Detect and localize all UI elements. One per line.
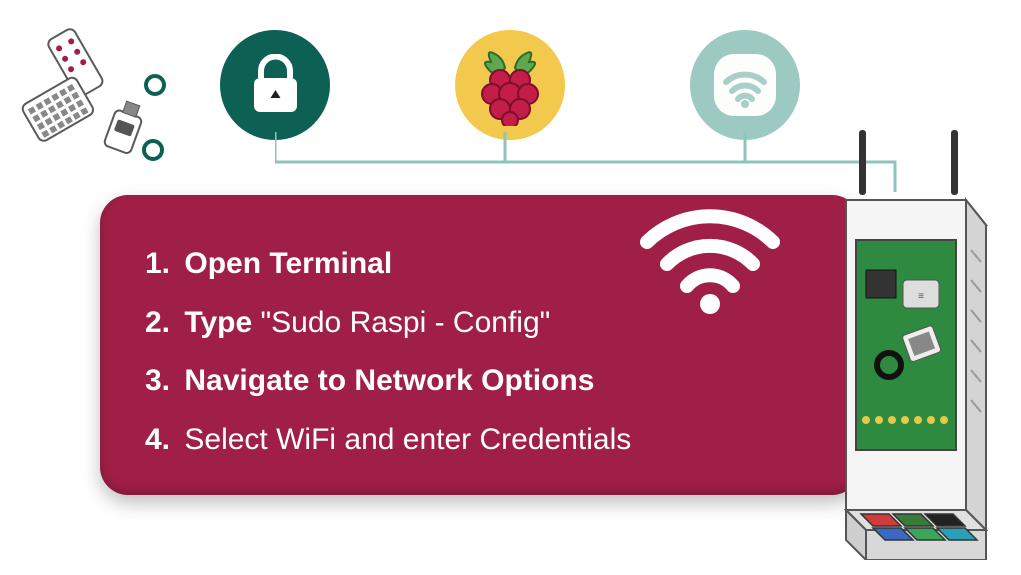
step-3-text: Navigate to Network Options [184,364,594,397]
step-2-number: 2. [145,306,170,339]
step-2-command: "Sudo Raspi - Config" [261,306,551,339]
step-1-text: Open Terminal [184,247,392,280]
step-4: 4. Select WiFi and enter Credentials [145,411,815,470]
step-4-text: Select WiFi and enter Credentials [184,423,631,456]
step-1-number: 1. [145,247,170,280]
step-3-number: 3. [145,364,170,397]
step-4-number: 4. [145,423,170,456]
lock-icon [220,30,330,140]
wifi-large-icon [635,200,785,320]
svg-text:≡: ≡ [918,291,924,302]
raspberry-pi-device-illustration: ≡ [811,130,1001,560]
raspberry-icon [455,30,565,140]
step-3: 3. Navigate to Network Options [145,352,815,411]
usb-devices-illustration [15,20,175,165]
wifi-badge-icon [690,30,800,140]
process-icons-row [220,25,800,145]
step-2-bold: Type [184,306,252,339]
